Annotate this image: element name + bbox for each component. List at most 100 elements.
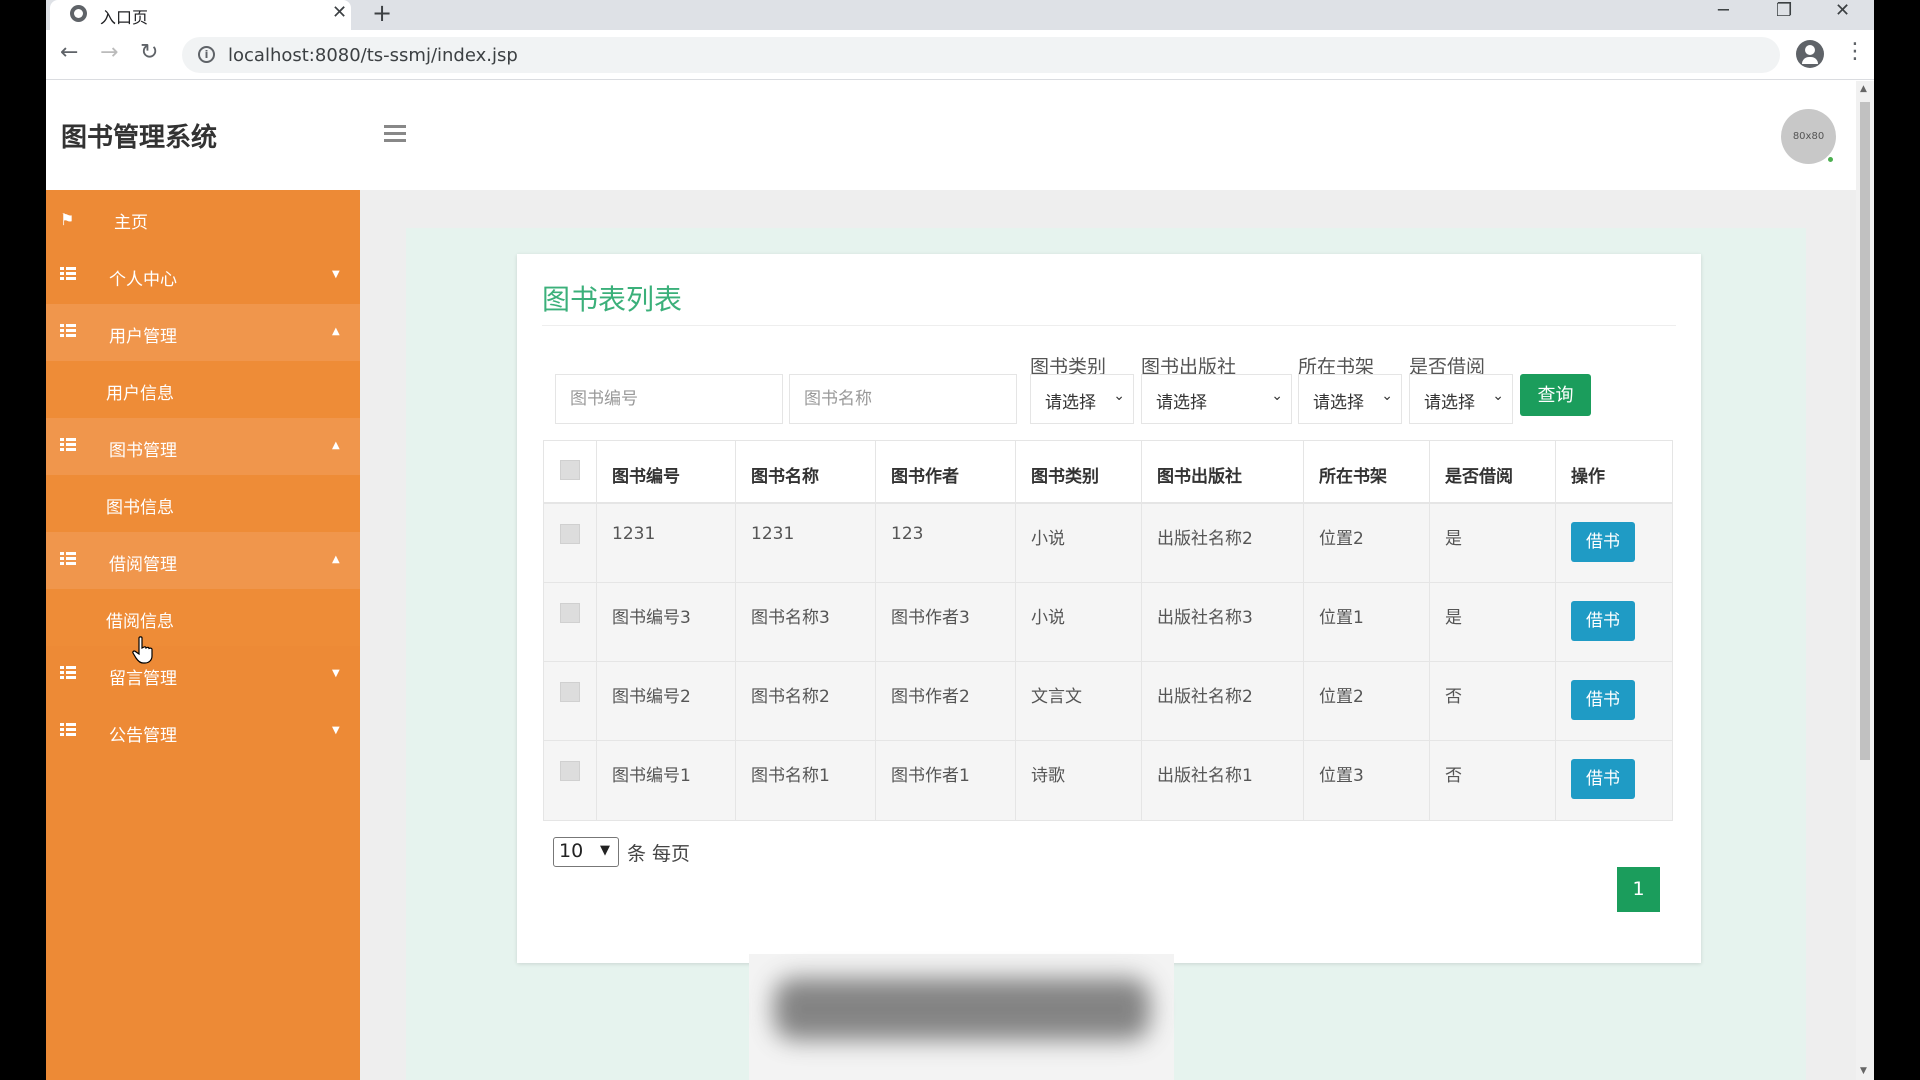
table-cell: 是 [1430, 583, 1556, 661]
table-cell: 位置2 [1304, 662, 1430, 740]
table-header-row: 图书编号 图书名称 图书作者 图书类别 图书出版社 所在书架 是否借阅 操作 [544, 441, 1672, 504]
browser-window: 入口页 ✕ + ─ ❐ ✕ ← → ↻ i localhost:8080/ts-… [46, 0, 1874, 1080]
action-cell: 借书 [1556, 662, 1672, 740]
minimize-button[interactable]: ─ [1718, 0, 1729, 22]
row-checkbox[interactable] [560, 524, 580, 544]
select-all-checkbox[interactable] [560, 460, 580, 480]
page-number-button[interactable]: 1 [1617, 867, 1660, 912]
row-checkbox[interactable] [560, 603, 580, 623]
table-cell: 图书编号3 [597, 583, 736, 661]
new-tab-button[interactable]: + [372, 0, 392, 26]
online-status-dot [1826, 155, 1835, 164]
book-name-input[interactable] [789, 374, 1017, 424]
vertical-scrollbar[interactable]: ▲ ▼ [1856, 81, 1874, 1080]
table-cell: 图书名称1 [736, 741, 876, 820]
table-cell: 文言文 [1016, 662, 1142, 740]
grid-icon [60, 666, 76, 680]
tab-close-icon[interactable]: ✕ [332, 2, 347, 23]
flag-icon: ⚑ [60, 210, 75, 229]
table-cell: 小说 [1016, 583, 1142, 661]
sidebar-item-label: 个人中心 [109, 270, 177, 290]
column-header: 是否借阅 [1430, 441, 1556, 502]
book-table: 图书编号 图书名称 图书作者 图书类别 图书出版社 所在书架 是否借阅 操作 1… [543, 440, 1673, 821]
book-list-card: 图书表列表 图书类别 图书出版社 所在书架 是否借阅 请选择 ⌄ 请选择 ⌄ 请… [517, 254, 1701, 963]
page-size-value: 10 [559, 840, 584, 862]
select-value: 请选择 [1045, 393, 1096, 413]
sidebar-subitem-book-info[interactable]: 图书信息 [46, 475, 360, 532]
hand-cursor-icon [132, 636, 153, 664]
browser-menu-icon[interactable]: ⋮ [1844, 39, 1866, 64]
reload-icon[interactable]: ↻ [140, 42, 158, 64]
hamburger-menu-icon[interactable] [384, 125, 406, 143]
table-cell: 位置2 [1304, 504, 1430, 582]
table-cell: 图书编号2 [597, 662, 736, 740]
restore-button[interactable]: ❐ [1776, 0, 1792, 22]
scrollbar-thumb[interactable] [1860, 102, 1870, 760]
sidebar-subitem-borrow-info[interactable]: 借阅信息 [46, 589, 360, 646]
sidebar-item-label: 用户管理 [109, 327, 177, 347]
table-cell: 1231 [597, 504, 736, 582]
category-select[interactable]: 请选择 ⌄ [1030, 374, 1134, 424]
page-size-select[interactable]: 10 ▼ [553, 837, 619, 867]
table-cell: 出版社名称1 [1142, 741, 1304, 820]
borrow-button[interactable]: 借书 [1571, 601, 1635, 641]
shelf-select[interactable]: 请选择 ⌄ [1298, 374, 1402, 424]
borrow-button[interactable]: 借书 [1571, 522, 1635, 562]
book-no-input[interactable] [555, 374, 783, 424]
query-button[interactable]: 查询 [1520, 374, 1591, 416]
account-icon[interactable] [1796, 40, 1824, 68]
table-cell: 图书作者3 [876, 583, 1016, 661]
caret-down-icon: ▼ [332, 725, 340, 736]
sidebar-item-message-management[interactable]: 留言管理 ▼ [46, 646, 360, 703]
sidebar-item-personal-center[interactable]: 个人中心 ▼ [46, 247, 360, 304]
borrow-button[interactable]: 借书 [1571, 759, 1635, 799]
address-bar[interactable]: i localhost:8080/ts-ssmj/index.jsp ☆ [182, 37, 1780, 73]
borrow-button[interactable]: 借书 [1571, 680, 1635, 720]
sidebar-item-user-management[interactable]: 用户管理 ▲ [46, 304, 360, 361]
chevron-down-icon: ⌄ [1113, 388, 1125, 404]
grid-icon [60, 438, 76, 452]
table-cell: 位置3 [1304, 741, 1430, 820]
column-header: 图书编号 [597, 441, 736, 502]
table-cell: 图书作者1 [876, 741, 1016, 820]
sidebar-item-book-management[interactable]: 图书管理 ▲ [46, 418, 360, 475]
caret-down-icon: ▼ [332, 668, 340, 679]
title-divider [542, 325, 1676, 326]
browser-tab[interactable]: 入口页 ✕ [50, 0, 351, 30]
row-checkbox[interactable] [560, 682, 580, 702]
close-window-button[interactable]: ✕ [1835, 0, 1850, 22]
borrowed-select[interactable]: 请选择 ⌄ [1409, 374, 1513, 424]
caret-up-icon: ▲ [332, 326, 340, 337]
sidebar-item-label: 主页 [114, 213, 148, 233]
sidebar-item-borrow-management[interactable]: 借阅管理 ▲ [46, 532, 360, 589]
scroll-down-icon[interactable]: ▼ [1860, 1066, 1867, 1076]
sidebar-subitem-user-info[interactable]: 用户信息 [46, 361, 360, 418]
table-cell: 位置1 [1304, 583, 1430, 661]
tab-title: 入口页 [100, 8, 149, 27]
row-select-cell [544, 741, 597, 820]
select-value: 请选择 [1156, 393, 1207, 413]
sidebar: ⚑ 主页 个人中心 ▼ 用户管理 ▲ 用户信息 图书管理 ▲ 图书信息 借阅管理… [46, 190, 360, 1080]
forward-icon[interactable]: → [100, 42, 118, 64]
table-cell: 出版社名称2 [1142, 662, 1304, 740]
table-cell: 图书名称3 [736, 583, 876, 661]
action-cell: 借书 [1556, 504, 1672, 582]
row-checkbox[interactable] [560, 761, 580, 781]
app-header: 图书管理系统 80x80 [46, 81, 1856, 190]
table-row: 1231 1231 123 小说 出版社名称2 位置2 是 借书 [544, 504, 1672, 583]
table-cell: 小说 [1016, 504, 1142, 582]
table-cell: 出版社名称3 [1142, 583, 1304, 661]
scroll-up-icon[interactable]: ▲ [1860, 84, 1867, 94]
column-header: 所在书架 [1304, 441, 1430, 502]
url-text[interactable]: localhost:8080/ts-ssmj/index.jsp [228, 45, 518, 66]
grid-icon [60, 723, 76, 737]
back-icon[interactable]: ← [60, 42, 78, 64]
sidebar-item-home[interactable]: ⚑ 主页 [46, 190, 360, 247]
publisher-select[interactable]: 请选择 ⌄ [1141, 374, 1292, 424]
row-select-cell [544, 662, 597, 740]
table-cell: 否 [1430, 662, 1556, 740]
column-header: 图书出版社 [1142, 441, 1304, 502]
sidebar-item-announcement-management[interactable]: 公告管理 ▼ [46, 703, 360, 760]
header-select-cell [544, 441, 597, 502]
info-icon[interactable]: i [198, 46, 215, 63]
